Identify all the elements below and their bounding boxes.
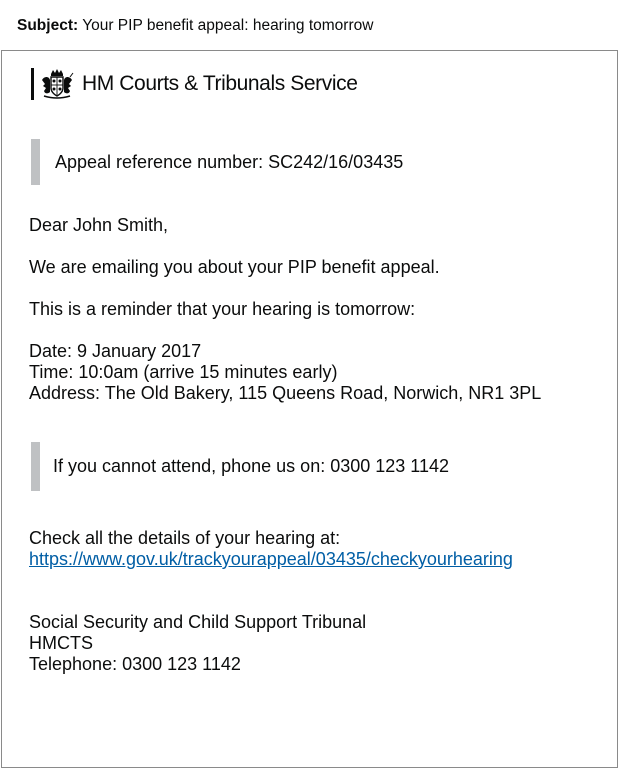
subject-label: Subject:: [17, 17, 79, 34]
royal-crest-icon: [42, 69, 74, 99]
logo-bar: [31, 68, 34, 100]
cannot-attend-inset: If you cannot attend, phone us on: 0300 …: [31, 442, 449, 491]
greeting: Dear John Smith,: [29, 215, 169, 235]
appeal-reference: Appeal reference number: SC242/16/03435: [55, 151, 404, 172]
hearing-time: Time: 10:0am (arrive 15 minutes early): [29, 362, 338, 382]
hmcts-logo: HM Courts & Tribunals Service: [31, 68, 358, 100]
email-subject: Subject: Your PIP benefit appeal: hearin…: [17, 16, 373, 36]
cannot-attend-text: If you cannot attend, phone us on: 0300 …: [53, 456, 449, 476]
signature-org: HMCTS: [29, 633, 93, 653]
signature-telephone: Telephone: 0300 123 1142: [29, 654, 241, 674]
hearing-date: Date: 9 January 2017: [29, 341, 202, 361]
check-details-block: Check all the details of your hearing at…: [29, 528, 513, 570]
subject-text: Your PIP benefit appeal: hearing tomorro…: [82, 17, 374, 34]
check-details-text: Check all the details of your hearing at…: [29, 528, 341, 548]
reminder-text: This is a reminder that your hearing is …: [29, 299, 416, 319]
org-name: HM Courts & Tribunals Service: [82, 72, 358, 95]
signature-tribunal: Social Security and Child Support Tribun…: [29, 612, 367, 632]
appeal-reference-inset: Appeal reference number: SC242/16/03435: [31, 139, 403, 185]
check-hearing-link[interactable]: https://www.gov.uk/trackyourappeal/03435…: [29, 549, 513, 569]
hearing-details: Date: 9 January 2017 Time: 10:0am (arriv…: [29, 341, 541, 404]
intro-text: We are emailing you about your PIP benef…: [29, 257, 440, 277]
hearing-address: Address: The Old Bakery, 115 Queens Road…: [29, 383, 542, 403]
signature: Social Security and Child Support Tribun…: [29, 612, 366, 675]
